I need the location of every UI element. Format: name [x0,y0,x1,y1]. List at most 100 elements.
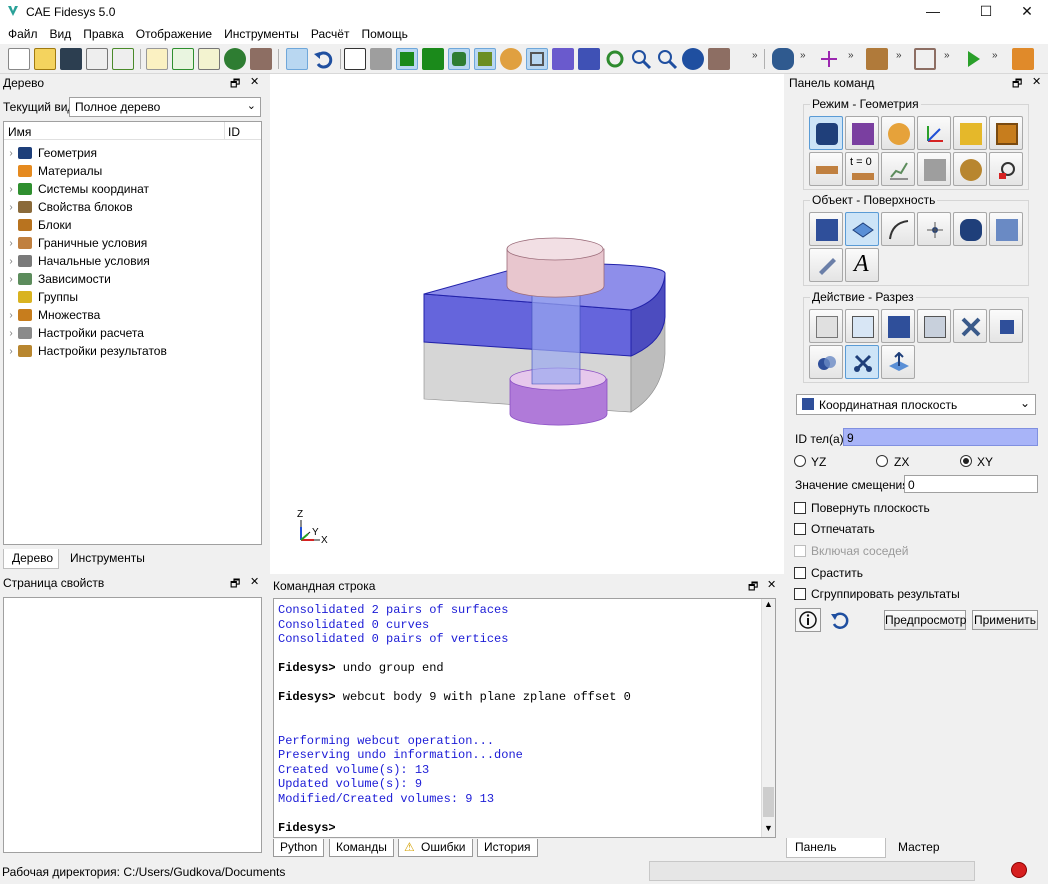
create-action-button[interactable] [809,309,843,343]
block-mode-button[interactable] [953,116,987,150]
stop-icon[interactable] [1011,862,1027,878]
close-icon[interactable]: ✕ [250,575,259,588]
expand-icon[interactable]: › [4,274,18,285]
tree-item[interactable]: › Настройки результатов [4,342,167,360]
grid-icon[interactable] [526,48,548,70]
geometry-view-icon[interactable] [448,48,470,70]
tree-item[interactable]: Блоки [4,216,72,234]
shaded-icon[interactable] [396,48,418,70]
group-icon[interactable] [772,48,794,70]
plane-type-select[interactable]: Координатная плоскость ⌄ [796,394,1036,415]
float-icon[interactable]: 🗗 [230,575,240,594]
toolbar-overflow-3[interactable]: » [848,50,854,61]
toolbar-overflow-2[interactable]: » [800,50,806,61]
close-icon[interactable]: ✕ [250,75,259,88]
group-object-button[interactable] [953,212,987,246]
export-icon[interactable] [112,48,134,70]
material-mode-button[interactable] [881,116,915,150]
bc-mode-button[interactable] [809,152,843,186]
close-button[interactable]: ✕ [1004,0,1048,24]
section-view-icon[interactable] [578,48,600,70]
expand-icon[interactable]: › [4,328,18,339]
merge-checkbox[interactable] [794,567,806,579]
results-axis-icon[interactable] [1012,48,1034,70]
tree-item[interactable]: Материалы [4,162,102,180]
vertex-object-button[interactable] [917,212,951,246]
body-id-input[interactable]: 9 [843,428,1038,446]
offset-input[interactable]: 0 [904,475,1038,493]
fit-view-icon[interactable] [682,48,704,70]
wireframe-icon[interactable] [344,48,366,70]
tree-item[interactable]: › Настройки расчета [4,324,144,342]
webcut-action-button[interactable] [845,345,879,379]
toolbar-overflow-6[interactable]: » [992,50,998,61]
tab-history[interactable]: История [477,839,538,857]
expand-icon[interactable]: › [4,148,18,159]
expand-icon[interactable]: › [4,184,18,195]
save-icon[interactable] [60,48,82,70]
boolean-action-button[interactable] [809,345,843,379]
select-icon[interactable] [286,48,308,70]
tab-tools[interactable]: Инструменты [62,549,153,569]
modify-action-button[interactable] [917,309,951,343]
boundary-icon[interactable] [866,48,888,70]
mesh-view-icon[interactable] [474,48,496,70]
toolbar-overflow-5[interactable]: » [944,50,950,61]
text-object-button[interactable]: A [845,248,879,282]
tree-item[interactable]: › Начальные условия [4,252,149,270]
maximize-button[interactable]: ☐ [963,0,1009,24]
reset-button[interactable] [829,610,851,632]
cube-view-icon[interactable] [708,48,730,70]
float-icon[interactable]: 🗗 [748,578,758,597]
tab-errors[interactable]: ⚠ Ошибки [398,839,473,857]
mesh-box-icon[interactable] [914,48,936,70]
undo-icon[interactable] [312,48,334,70]
include-neighbors-checkbox[interactable] [794,545,806,557]
id-icon[interactable] [198,48,220,70]
menu-help[interactable]: Помощь [355,27,413,41]
volume-object-button[interactable] [809,212,843,246]
expand-icon[interactable]: › [4,310,18,321]
menu-file[interactable]: Файл [2,27,44,41]
scroll-thumb[interactable] [763,787,774,817]
col-id-header[interactable]: ID [228,125,240,139]
group-results-checkbox[interactable] [794,588,806,600]
radio-zx[interactable] [876,455,888,467]
tab-python[interactable]: Python [273,839,325,857]
surface-object-button[interactable] [845,212,879,246]
sets-mode-button[interactable] [989,116,1023,150]
col-name-header[interactable]: Имя [8,125,31,139]
tab-command-panel[interactable]: Панель команд [786,838,886,872]
apply-button[interactable]: Применить [972,610,1038,630]
radio-xy[interactable] [960,455,972,467]
preview-button[interactable]: Предпросмотр [884,610,966,630]
measure-object-button[interactable] [809,248,843,282]
toolbar-overflow-1[interactable]: » [752,50,758,61]
scroll-up-icon[interactable]: ▲ [764,599,773,609]
menu-tools[interactable]: Инструменты [218,27,305,41]
geometry-mode-button[interactable] [809,116,843,150]
expand-icon[interactable]: › [4,238,18,249]
transform-action-button[interactable] [881,309,915,343]
sweep-action-button[interactable] [881,345,915,379]
float-icon[interactable]: 🗗 [230,75,240,94]
expand-icon[interactable]: › [4,346,18,357]
results-settings-button[interactable] [953,152,987,186]
curve-object-button[interactable] [881,212,915,246]
initial-conditions-button[interactable]: t = 0 [845,152,879,186]
expand-icon[interactable]: › [4,256,18,267]
body-object-button[interactable] [989,212,1023,246]
materials-view-icon[interactable] [500,48,522,70]
scroll-down-icon[interactable]: ▼ [764,823,773,833]
float-icon[interactable]: 🗗 [1012,75,1022,94]
delete-action-button[interactable] [953,309,987,343]
transparency-icon[interactable] [552,48,574,70]
rotate-icon[interactable] [604,48,626,70]
zoom-out-icon[interactable] [656,48,678,70]
tree-item[interactable]: › Свойства блоков [4,198,132,216]
coord-system-mode-button[interactable] [917,116,951,150]
hammer-icon[interactable] [250,48,272,70]
point-icon[interactable] [818,48,840,70]
inspect-button[interactable] [989,152,1023,186]
menu-edit[interactable]: Правка [77,27,130,41]
